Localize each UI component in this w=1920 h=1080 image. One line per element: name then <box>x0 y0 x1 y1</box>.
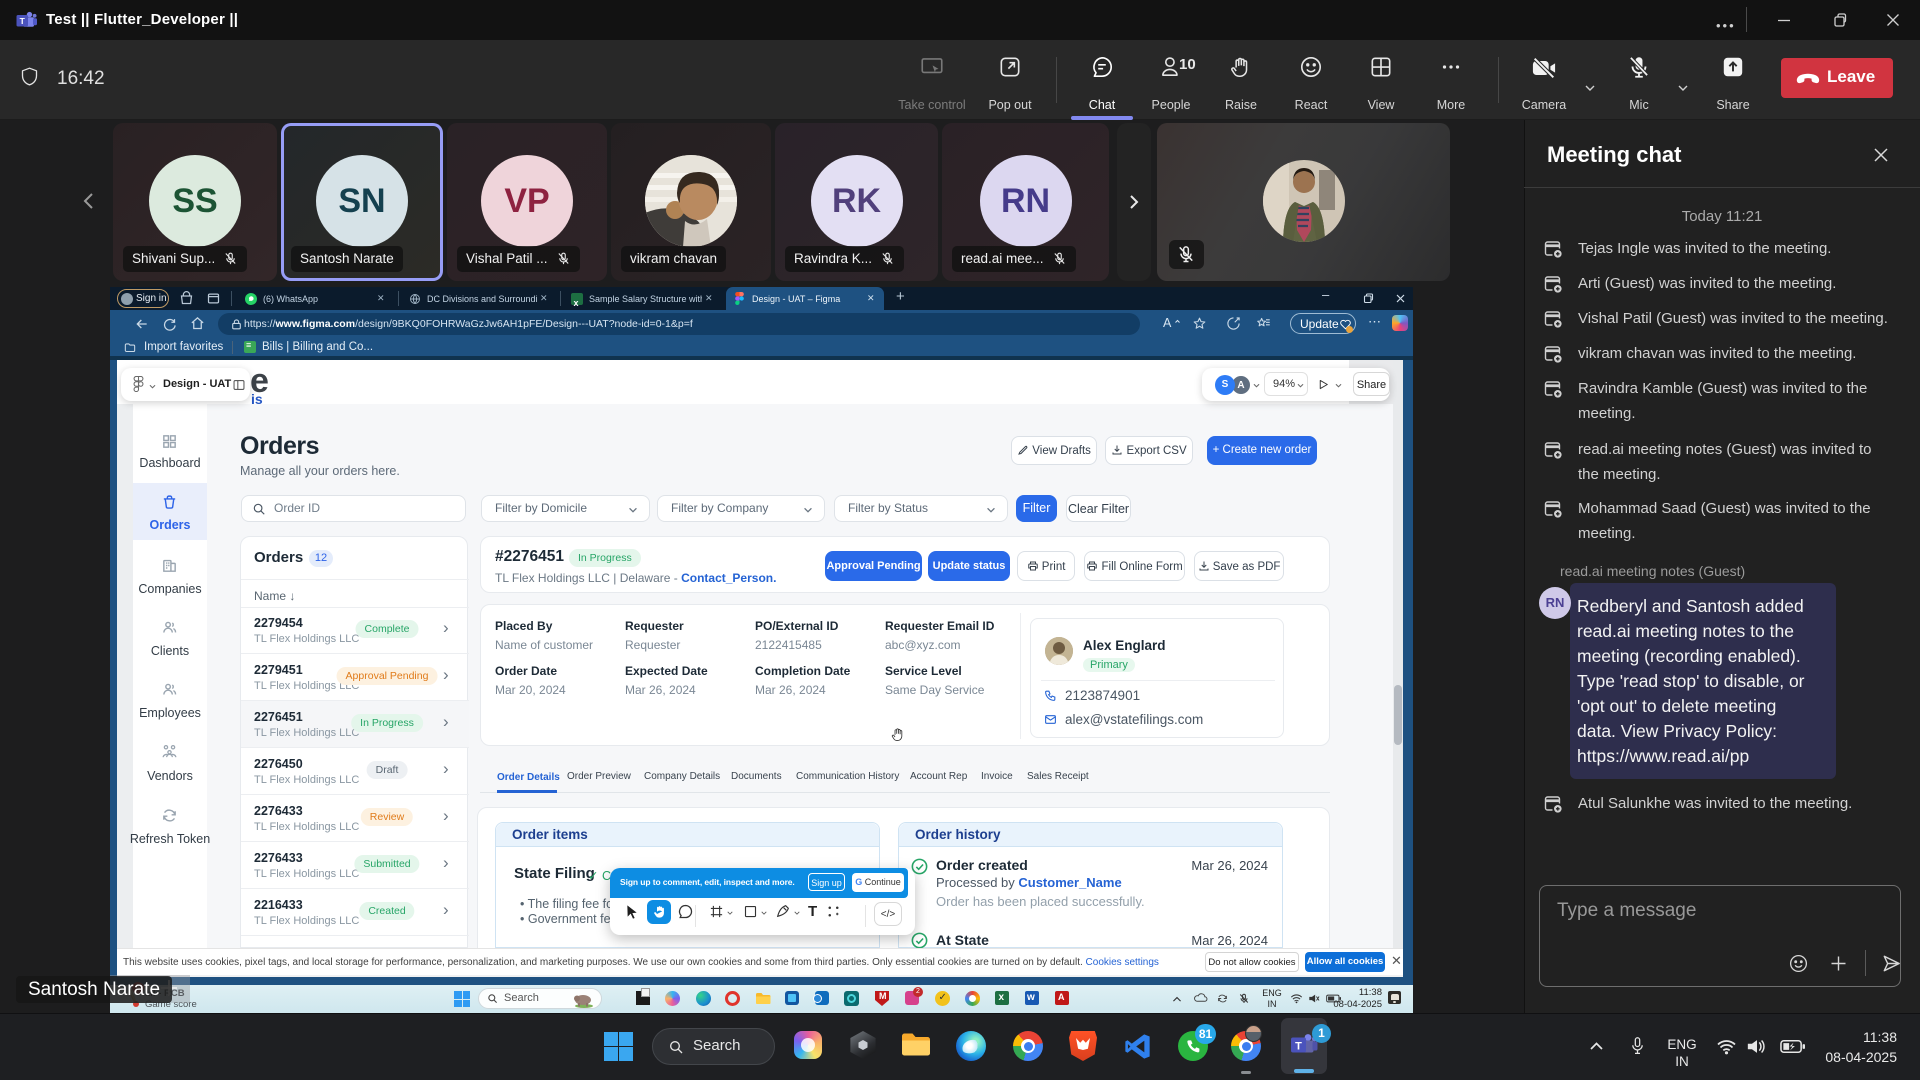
svg-text:T: T <box>1295 1041 1302 1053</box>
svg-text:T: T <box>20 16 26 26</box>
